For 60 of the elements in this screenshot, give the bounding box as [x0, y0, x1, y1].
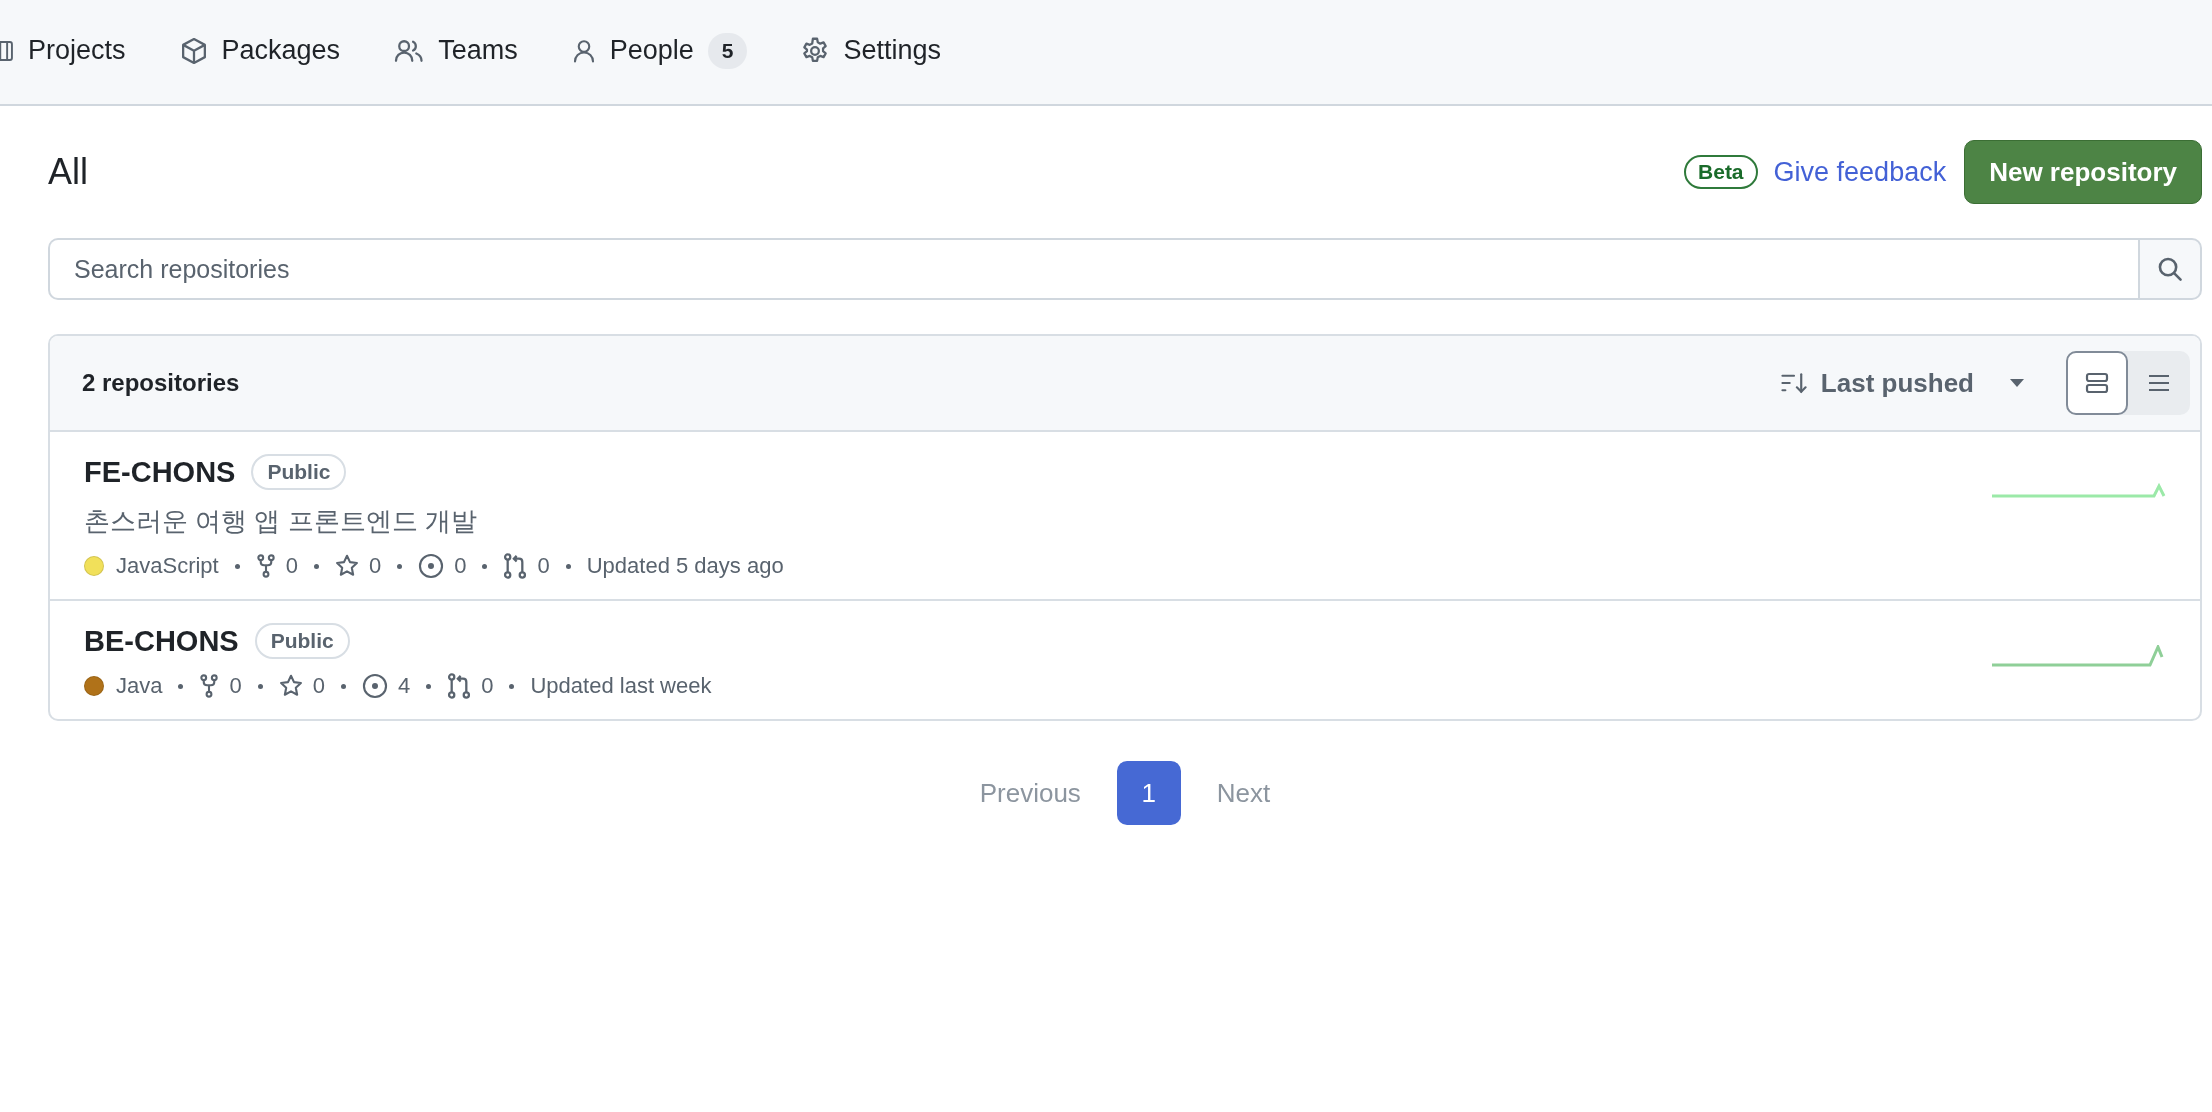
feedback-link[interactable]: Give feedback — [1773, 156, 1947, 188]
issue-count-link[interactable]: 4 — [362, 673, 411, 699]
person-icon — [571, 37, 596, 64]
star-icon — [278, 674, 303, 698]
separator-dot — [178, 683, 184, 689]
card-view-button[interactable] — [2066, 351, 2128, 415]
pull-request-count-link[interactable]: 0 — [503, 553, 550, 579]
updated-time: Updated 5 days ago — [586, 553, 784, 579]
visibility-label: Public — [254, 623, 350, 659]
search-field[interactable]: Search repositories — [48, 238, 2138, 300]
nav-tab[interactable]: Teams — [390, 27, 522, 77]
menu-icon — [2148, 374, 2170, 392]
repository-count: 2 repositories — [82, 369, 240, 397]
pull-request-icon — [503, 553, 528, 579]
pull-request-count-link[interactable]: 0 — [447, 673, 494, 699]
issue-count-link[interactable]: 0 — [418, 553, 467, 579]
repository-name-link[interactable]: FE-CHONS — [84, 455, 236, 489]
fork-icon — [199, 674, 220, 698]
language-label: JavaScript — [116, 553, 219, 579]
separator-dot — [341, 683, 346, 689]
nav-tab[interactable]: Projects — [0, 27, 130, 77]
nav-tab[interactable]: People 5 — [567, 24, 752, 80]
count-badge: 5 — [707, 32, 748, 69]
sort-dropdown[interactable]: Last pushed — [1774, 366, 2030, 400]
repository-description: 촌스러운 여행 앱 프론트엔드 개발 — [84, 505, 478, 538]
issue-icon — [362, 673, 388, 699]
gear-icon — [801, 36, 830, 65]
search-icon — [2157, 256, 2183, 282]
nav-tab[interactable]: Packages — [175, 27, 345, 77]
separator-dot — [565, 563, 571, 569]
beta-label: Beta — [1684, 155, 1758, 189]
separator-dot — [313, 563, 319, 569]
package-icon — [179, 36, 208, 65]
repository-name-link[interactable]: BE-CHONS — [84, 624, 239, 658]
language-label: Java — [116, 673, 163, 699]
people-icon — [394, 37, 425, 64]
separator-dot — [234, 563, 240, 569]
nav-tab[interactable]: Settings — [797, 27, 945, 77]
page-title: All — [48, 151, 88, 193]
pull-request-icon — [447, 673, 472, 699]
separator-dot — [426, 683, 432, 689]
separator-dot — [397, 563, 403, 569]
fork-count-link[interactable]: 0 — [199, 673, 242, 699]
page-number-button[interactable]: 1 — [1116, 761, 1181, 825]
fork-count-link[interactable]: 0 — [255, 553, 298, 579]
fork-icon — [255, 554, 276, 578]
star-count-link[interactable]: 0 — [278, 673, 325, 699]
visibility-label: Public — [251, 454, 347, 490]
search-button[interactable] — [2138, 238, 2202, 300]
issue-icon — [418, 553, 445, 579]
updated-time: Updated last week — [530, 673, 712, 699]
caret-down-icon — [2010, 379, 2024, 387]
separator-dot — [509, 683, 515, 689]
star-icon — [334, 554, 359, 578]
rows-icon — [2085, 372, 2109, 394]
star-count-link[interactable]: 0 — [334, 553, 382, 579]
separator-dot — [482, 563, 488, 569]
separator-dot — [257, 683, 263, 689]
new-repository-button[interactable]: New repository — [1964, 140, 2202, 204]
sort-icon — [1780, 372, 1807, 394]
